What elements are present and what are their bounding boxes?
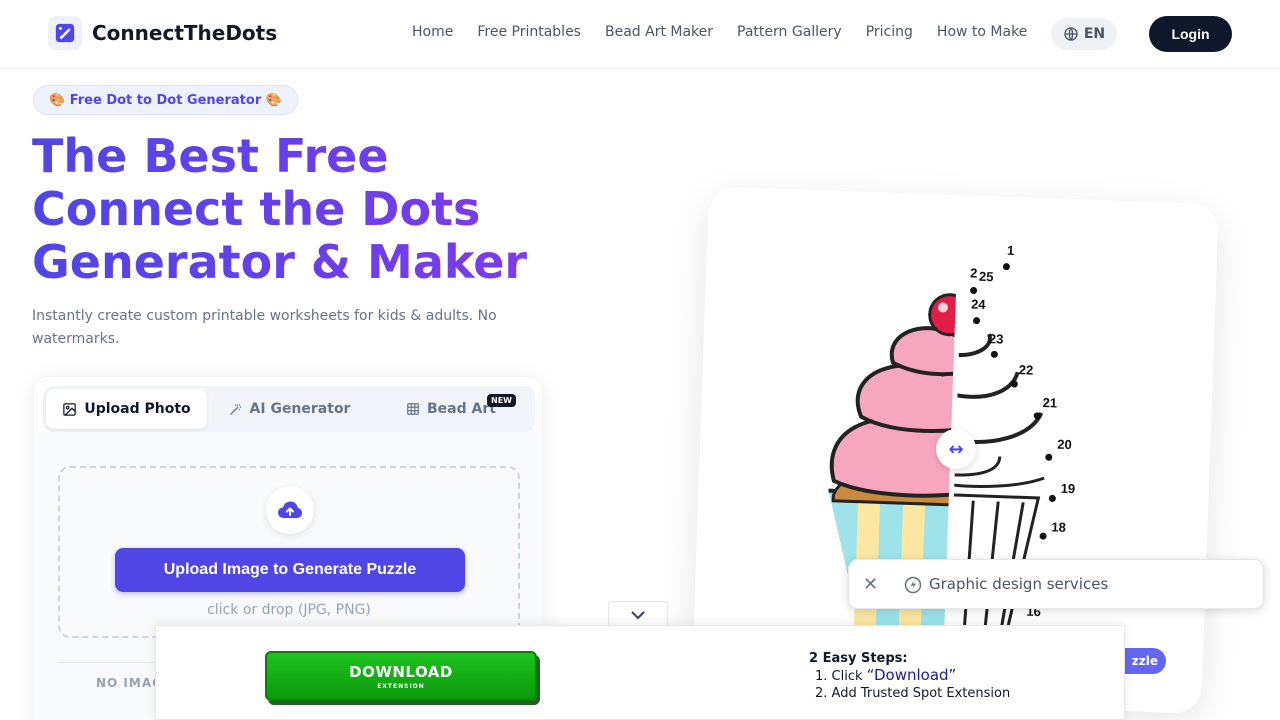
nav-home[interactable]: Home <box>412 24 453 40</box>
hero-subtitle: Instantly create custom printable worksh… <box>32 308 497 347</box>
image-icon <box>63 402 77 416</box>
generator-tabs: Upload Photo AI Generator Bead Art NEW <box>43 386 535 432</box>
hero-title-line-1: The Best Free <box>32 129 389 183</box>
hero-title: The Best Free Connect the Dots Generator… <box>32 130 632 289</box>
dot-number: 22 <box>1019 362 1034 377</box>
upload-dropzone[interactable]: Upload Image to Generate Puzzle click or… <box>58 466 520 638</box>
login-button[interactable]: Login <box>1149 16 1232 52</box>
tab-ai-generator-label: AI Generator <box>249 401 351 417</box>
ad-suggestion[interactable]: ✕ Graphic design services <box>848 559 1264 609</box>
language-selector[interactable]: EN <box>1051 18 1117 50</box>
dot-number: 21 <box>1042 395 1057 410</box>
nav-free-printables[interactable]: Free Printables <box>477 24 581 40</box>
ad-steps-title: 2 Easy Steps: <box>809 651 908 666</box>
site-header: ConnectTheDots Home Free Printables Bead… <box>0 0 1280 69</box>
globe-icon <box>1064 27 1078 41</box>
ad-steps: 2 Easy Steps: 1. Click “Download” 2. Add… <box>809 650 1010 702</box>
ad-step-1: 1. Click “Download” <box>809 667 1010 685</box>
hero-title-line-2: Connect the Dots <box>32 182 481 236</box>
upload-image-button[interactable]: Upload Image to Generate Puzzle <box>115 548 465 592</box>
ad-suggestion-text: Graphic design services <box>929 575 1109 593</box>
dot-number: 20 <box>1057 437 1072 452</box>
lightning-icon <box>904 576 922 594</box>
download-label: DOWNLOAD <box>349 662 453 681</box>
tab-ai-generator[interactable]: AI Generator <box>209 389 369 429</box>
compare-slider-handle[interactable]: ↔ <box>936 429 976 469</box>
pencil-ruler-icon <box>48 16 82 50</box>
brand-name: ConnectTheDots <box>92 21 278 45</box>
nav-pricing[interactable]: Pricing <box>866 24 913 40</box>
language-label: EN <box>1083 26 1106 42</box>
collapse-ad-button[interactable] <box>608 601 668 627</box>
nav-how-to-make[interactable]: How to Make <box>937 24 1027 40</box>
ad-step-2: 2. Add Trusted Spot Extension <box>815 686 1011 701</box>
tab-upload-photo-label: Upload Photo <box>84 401 191 417</box>
nav-pattern-gallery[interactable]: Pattern Gallery <box>737 24 842 40</box>
ad-step-1-quote: “Download” <box>866 666 957 684</box>
dot-number: 2 <box>970 265 978 280</box>
brand-logo[interactable]: ConnectTheDots <box>48 16 277 50</box>
chevron-down-icon <box>631 610 645 619</box>
hero-title-line-3: Generator & Maker <box>32 235 528 289</box>
dot-number: 19 <box>1060 481 1075 496</box>
arrows-horizontal-icon: ↔ <box>948 438 964 460</box>
cloud-upload-icon <box>266 486 314 534</box>
nav-bead-art-maker[interactable]: Bead Art Maker <box>605 24 713 40</box>
close-icon[interactable]: ✕ <box>863 574 878 595</box>
dot-number: 25 <box>979 269 994 284</box>
hero-badge: 🎨 Free Dot to Dot Generator 🎨 <box>33 85 298 115</box>
download-extension-button[interactable]: DOWNLOAD EXTENSION <box>265 651 537 701</box>
main-nav: Home Free Printables Bead Art Maker Patt… <box>412 24 1027 40</box>
dot-number: 18 <box>1051 519 1066 534</box>
dot-number: 23 <box>989 331 1004 346</box>
new-badge: NEW <box>487 394 516 407</box>
upload-hint: click or drop (JPG, PNG) <box>207 602 371 618</box>
tab-upload-photo[interactable]: Upload Photo <box>46 389 207 429</box>
grid-icon <box>407 403 419 415</box>
ad-step-1-prefix: 1. Click <box>815 669 867 684</box>
dot-number: 1 <box>1007 243 1015 258</box>
magic-wand-icon <box>229 403 241 415</box>
dot-number: 24 <box>971 296 987 312</box>
no-image-label: NO IMAG <box>96 676 163 690</box>
bottom-ad-banner: DOWNLOAD EXTENSION 2 Easy Steps: 1. Clic… <box>155 625 1125 720</box>
download-sub-label: EXTENSION <box>377 682 425 690</box>
tab-bead-art-label: Bead Art <box>427 401 496 417</box>
